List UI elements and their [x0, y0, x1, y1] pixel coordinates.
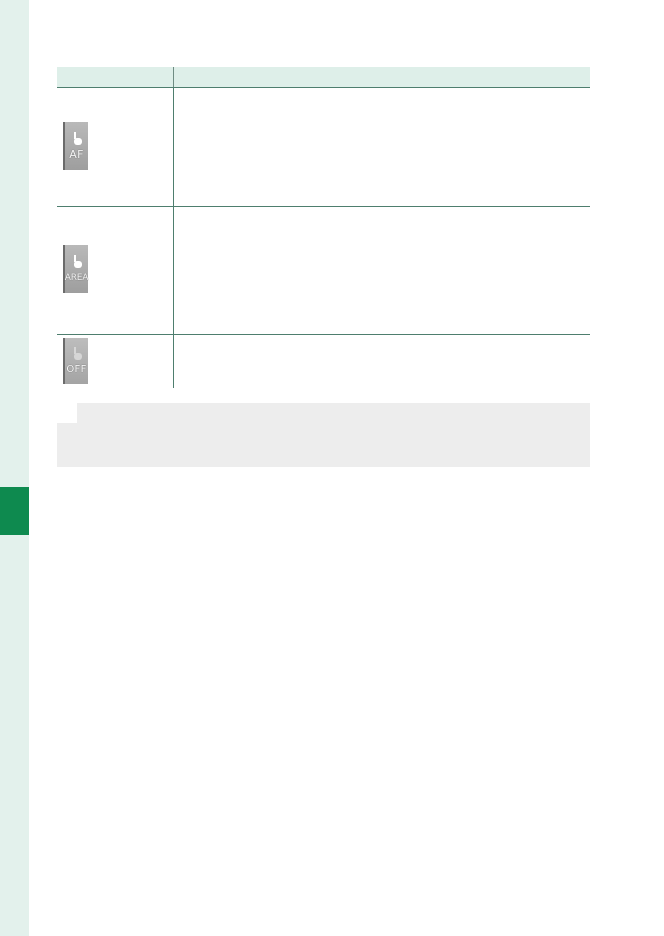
column-divider [173, 67, 174, 87]
column-divider [173, 207, 174, 334]
touch-area-icon: AREA [63, 245, 88, 293]
note-icon [57, 403, 77, 423]
table-row: OFF [57, 334, 590, 388]
note-box [57, 403, 590, 467]
touch-mode-label: AREA [64, 272, 89, 283]
table-header [57, 67, 590, 87]
side-index-strip [0, 0, 29, 936]
table-row: AREA [57, 206, 590, 334]
chapter-tab [0, 487, 29, 535]
touch-af-icon: AF [63, 122, 88, 170]
touch-mode-label: OFF [66, 363, 87, 375]
column-divider [173, 335, 174, 388]
touch-off-icon: OFF [63, 338, 88, 384]
touch-hand-icon [73, 254, 82, 268]
touch-mode-table: AF AREA OFF [57, 67, 590, 388]
touch-mode-label: AF [69, 147, 84, 161]
touch-hand-icon [73, 131, 82, 145]
table-row: AF [57, 87, 590, 206]
touch-hand-icon [73, 346, 82, 360]
column-divider [173, 88, 174, 206]
